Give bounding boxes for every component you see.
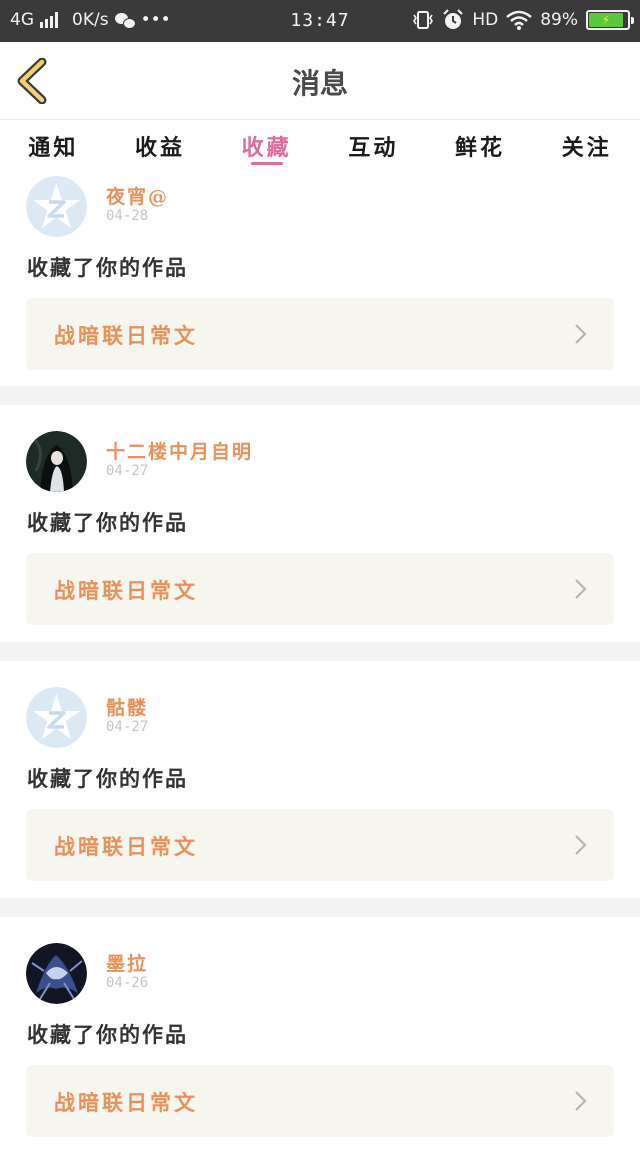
app-header: 消息	[0, 42, 640, 120]
page-title: 消息	[291, 67, 348, 100]
tab-earnings[interactable]: 收益	[107, 120, 214, 170]
favorites-feed: 夜宵@ 04-28 收藏了你的作品 战暗联日常文 十二楼中月自明 04-27 收…	[0, 170, 640, 1154]
chevron-right-icon	[575, 1091, 587, 1111]
tab-interaction[interactable]: 互动	[320, 120, 427, 170]
timestamp: 04-26	[106, 975, 149, 991]
vibrate-icon	[413, 11, 434, 29]
tab-follow[interactable]: 关注	[533, 120, 640, 170]
battery-percent: 89%	[540, 10, 578, 30]
timestamp: 04-28	[106, 208, 149, 224]
feed-item: 墨拉 04-26 收藏了你的作品 战暗联日常文	[0, 898, 640, 1154]
tab-label: 互动	[348, 135, 399, 161]
status-bar: 4G 0K/s ••• 13:47 HD 89% ⚡	[0, 0, 640, 42]
work-link[interactable]: 战暗联日常文	[26, 553, 614, 625]
feed-item: 夜宵@ 04-28 收藏了你的作品 战暗联日常文	[0, 170, 640, 386]
tab-notify[interactable]: 通知	[0, 120, 107, 170]
timestamp: 04-27	[106, 719, 149, 735]
user-avatar[interactable]	[26, 176, 87, 237]
work-title: 战暗联日常文	[54, 323, 198, 348]
username[interactable]: 夜宵@	[106, 182, 169, 209]
username[interactable]: 骷髅	[106, 693, 148, 720]
wifi-icon	[506, 10, 533, 30]
user-avatar[interactable]	[26, 943, 87, 1004]
hd-indicator: HD	[472, 10, 499, 30]
action-text: 收藏了你的作品	[27, 255, 188, 280]
work-title: 战暗联日常文	[54, 834, 198, 859]
tab-label: 关注	[561, 135, 612, 161]
tab-label: 鲜花	[455, 135, 506, 161]
chevron-right-icon	[575, 324, 587, 344]
timestamp: 04-27	[106, 463, 149, 479]
chevron-right-icon	[575, 835, 587, 855]
tab-bar: 通知 收益 收藏 互动 鲜花 关注	[0, 120, 640, 170]
dark-hair-character-avatar-icon	[26, 431, 87, 492]
tab-label: 收藏	[241, 135, 292, 161]
action-text: 收藏了你的作品	[27, 766, 188, 791]
tab-label: 通知	[28, 135, 79, 161]
tab-label: 收益	[135, 135, 186, 161]
user-avatar[interactable]	[26, 431, 87, 492]
active-tab-indicator	[250, 162, 283, 165]
user-avatar[interactable]	[26, 687, 87, 748]
work-link[interactable]: 战暗联日常文	[26, 809, 614, 881]
username[interactable]: 十二楼中月自明	[106, 437, 253, 464]
feed-item: 十二楼中月自明 04-27 收藏了你的作品 战暗联日常文	[0, 386, 640, 642]
battery-icon: ⚡	[586, 10, 634, 30]
work-title: 战暗联日常文	[54, 578, 198, 603]
work-link[interactable]: 战暗联日常文	[26, 1065, 614, 1137]
qq-default-avatar-icon	[26, 687, 87, 748]
tab-favorites[interactable]: 收藏	[213, 120, 320, 170]
action-text: 收藏了你的作品	[27, 510, 188, 535]
feed-item: 骷髅 04-27 收藏了你的作品 战暗联日常文	[0, 642, 640, 898]
status-right-group: HD 89% ⚡	[412, 9, 634, 31]
alarm-icon	[443, 9, 464, 29]
blue-armor-character-avatar-icon	[26, 943, 87, 1004]
chevron-right-icon	[575, 579, 587, 599]
tab-flowers[interactable]: 鲜花	[427, 120, 534, 170]
battery-level: ⚡	[589, 13, 623, 27]
action-text: 收藏了你的作品	[27, 1022, 188, 1047]
username[interactable]: 墨拉	[106, 949, 148, 976]
work-title: 战暗联日常文	[54, 1090, 198, 1115]
qq-default-avatar-icon	[26, 176, 87, 237]
work-link[interactable]: 战暗联日常文	[26, 298, 614, 370]
